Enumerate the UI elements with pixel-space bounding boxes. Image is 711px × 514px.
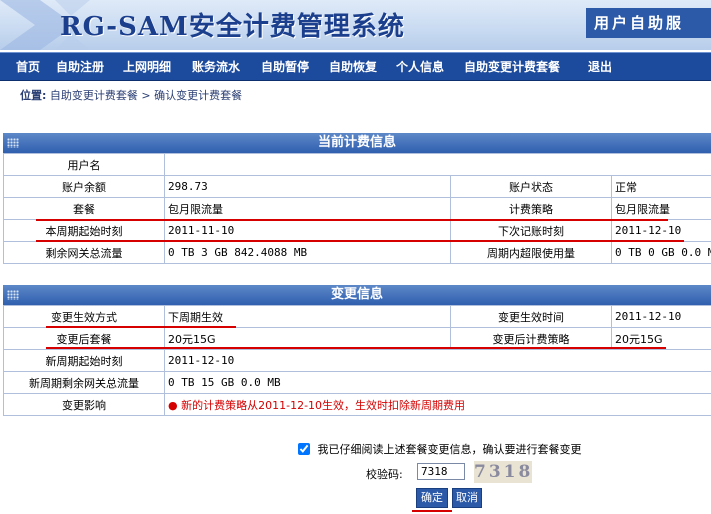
overuse-value: 0 TB 0 GB 0.0 MB: [610, 241, 711, 264]
nav-personal-info[interactable]: 个人信息: [396, 58, 444, 75]
nav-self-register[interactable]: 自助注册: [56, 58, 104, 75]
status-label: 账户状态: [450, 175, 612, 198]
breadcrumb-label: 位置:: [20, 89, 47, 102]
table-row: 新周期起始时刻 2011-12-10: [3, 349, 711, 372]
change-time-value: 2011-12-10: [611, 305, 711, 328]
change-effect-cell: ● 新的计费策略从2011-12-10生效，生效时扣除新周期费用: [164, 393, 711, 416]
next-billing-label: 下次记账时刻: [450, 219, 612, 242]
bullet-icon: ●: [168, 398, 178, 412]
table-row: 变更生效方式 下周期生效 变更生效时间 2011-12-10: [3, 305, 711, 328]
nav-self-pause[interactable]: 自助暂停: [261, 58, 309, 75]
change-effect-label: 变更影响: [3, 393, 165, 416]
period-start-value: 2011-11-10: [164, 219, 451, 242]
table-row: 账户余额 298.73 账户状态 正常: [3, 175, 711, 198]
package-value: 包月限流量: [164, 197, 451, 220]
table-row: 套餐 包月限流量 计费策略 包月限流量: [3, 197, 711, 220]
table-row: 变更影响 ● 新的计费策略从2011-12-10生效，生效时扣除新周期费用: [3, 393, 711, 416]
change-info-header: 变更信息: [3, 285, 711, 305]
table-row: 剩余网关总流量 0 TB 3 GB 842.4088 MB 周期内超限使用量 0…: [3, 241, 711, 264]
annotation-underline: [46, 347, 666, 349]
username-label: 用户名: [3, 153, 165, 176]
cancel-button[interactable]: 取消: [452, 488, 482, 508]
username-value: [163, 153, 711, 176]
grip-icon: [7, 138, 19, 148]
grip-icon: [7, 290, 19, 300]
balance-label: 账户余额: [3, 175, 165, 198]
nav-change-package[interactable]: 自助变更计费套餐: [464, 58, 560, 75]
period-start-label: 本周期起始时刻: [3, 219, 165, 242]
self-service-label: 用户自助服: [586, 8, 711, 38]
nav-online-detail[interactable]: 上网明细: [123, 58, 171, 75]
current-info-header: 当前计费信息: [3, 133, 711, 153]
new-period-start-value: 2011-12-10: [164, 349, 711, 372]
remaining-traffic-value: 0 TB 3 GB 842.4088 MB: [164, 241, 451, 264]
app-title: RG-SAM安全计费管理系统: [60, 12, 405, 42]
annotation-underline: [36, 240, 684, 242]
change-info-title: 变更信息: [330, 287, 383, 302]
policy-label: 计费策略: [450, 197, 612, 220]
nav-logout[interactable]: 退出: [588, 58, 612, 75]
change-time-label: 变更生效时间: [450, 305, 612, 328]
policy-value: 包月限流量: [610, 197, 711, 220]
status-value: 正常: [610, 175, 711, 198]
table-row: 新周期剩余网关总流量 0 TB 15 GB 0.0 MB: [3, 371, 711, 394]
new-remaining-label: 新周期剩余网关总流量: [3, 371, 165, 394]
current-info-table: 用户名 账户余额 298.73 账户状态 正常 套餐 包月限流量 计费策略 包月…: [3, 153, 711, 264]
change-mode-label: 变更生效方式: [3, 305, 165, 328]
breadcrumb-path: 自助变更计费套餐 > 确认变更计费套餐: [49, 89, 243, 102]
annotation-underline: [412, 510, 452, 512]
new-period-start-label: 新周期起始时刻: [3, 349, 165, 372]
table-row: 本周期起始时刻 2011-11-10 下次记账时刻 2011-12-10: [3, 219, 711, 242]
header-banner: RG-SAM安全计费管理系统 用户自助服: [0, 0, 711, 50]
nav-self-resume[interactable]: 自助恢复: [329, 58, 377, 75]
captcha-image: 7318: [474, 461, 534, 483]
package-label: 套餐: [3, 197, 165, 220]
change-mode-value: 下周期生效: [164, 305, 451, 328]
agree-checkbox[interactable]: [298, 443, 310, 455]
agree-text: 我已仔细阅读上述套餐变更信息，确认要进行套餐变更: [317, 443, 582, 456]
captcha-label: 校验码:: [366, 468, 403, 481]
balance-value: 298.73: [164, 175, 451, 198]
overuse-label: 周期内超限使用量: [450, 241, 612, 264]
breadcrumb: 位置: 自助变更计费套餐 > 确认变更计费套餐: [20, 87, 242, 103]
nav-home[interactable]: 首页: [16, 58, 40, 75]
captcha-input[interactable]: [417, 463, 465, 480]
agree-row[interactable]: 我已仔细阅读上述套餐变更信息，确认要进行套餐变更: [298, 441, 582, 457]
annotation-underline: [46, 326, 236, 328]
change-effect-value: 新的计费策略从2011-12-10生效，生效时扣除新周期费用: [181, 398, 466, 412]
nav-account-flow[interactable]: 账务流水: [192, 58, 240, 75]
confirm-button[interactable]: 确定: [416, 488, 448, 508]
main-nav: 首页 自助注册 上网明细 账务流水 自助暂停 自助恢复 个人信息 自助变更计费套…: [0, 52, 711, 81]
current-info-title: 当前计费信息: [317, 135, 396, 150]
change-info-table: 变更生效方式 下周期生效 变更生效时间 2011-12-10 变更后套餐 20元…: [3, 305, 711, 416]
new-remaining-value: 0 TB 15 GB 0.0 MB: [164, 371, 711, 394]
annotation-underline: [36, 219, 668, 221]
next-billing-value: 2011-12-10: [610, 219, 711, 242]
remaining-traffic-label: 剩余网关总流量: [3, 241, 165, 264]
table-row: 用户名: [3, 153, 711, 176]
